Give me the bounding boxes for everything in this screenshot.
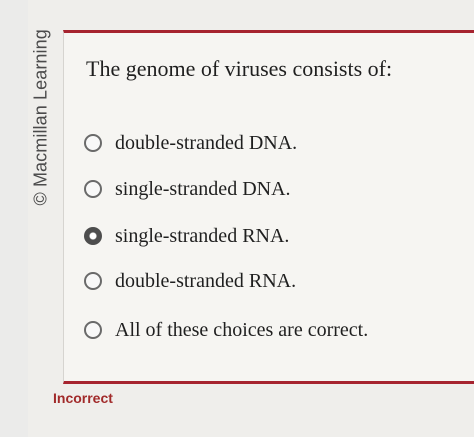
radio-button-double-stranded-rna[interactable] [84,272,102,290]
choice-all-correct[interactable]: All of these choices are correct. [84,313,368,347]
choice-double-stranded-dna[interactable]: double-stranded DNA. [84,126,297,160]
choice-label-double-stranded-rna: double-stranded RNA. [115,269,297,292]
choice-single-stranded-rna[interactable]: single-stranded RNA. [84,219,289,253]
feedback-status: Incorrect [53,390,113,406]
choice-label-double-stranded-dna: double-stranded DNA. [115,131,298,154]
choice-label-all-correct: All of these choices are correct. [115,318,369,341]
question-text: The genome of viruses consists of: [86,56,393,81]
radio-button-single-stranded-rna[interactable] [84,227,102,245]
choice-label-single-stranded-rna: single-stranded RNA. [115,224,290,247]
choice-double-stranded-rna[interactable]: double-stranded RNA. [84,264,296,298]
choice-label-single-stranded-dna: single-stranded DNA. [115,177,291,200]
choice-single-stranded-dna[interactable]: single-stranded DNA. [84,172,291,206]
watermark-wrap: © Macmillan Learning [18,29,62,220]
radio-button-single-stranded-dna[interactable] [84,180,102,198]
radio-button-double-stranded-dna[interactable] [84,134,102,152]
watermark-text: © Macmillan Learning [30,29,51,206]
radio-button-all-correct[interactable] [84,321,102,339]
